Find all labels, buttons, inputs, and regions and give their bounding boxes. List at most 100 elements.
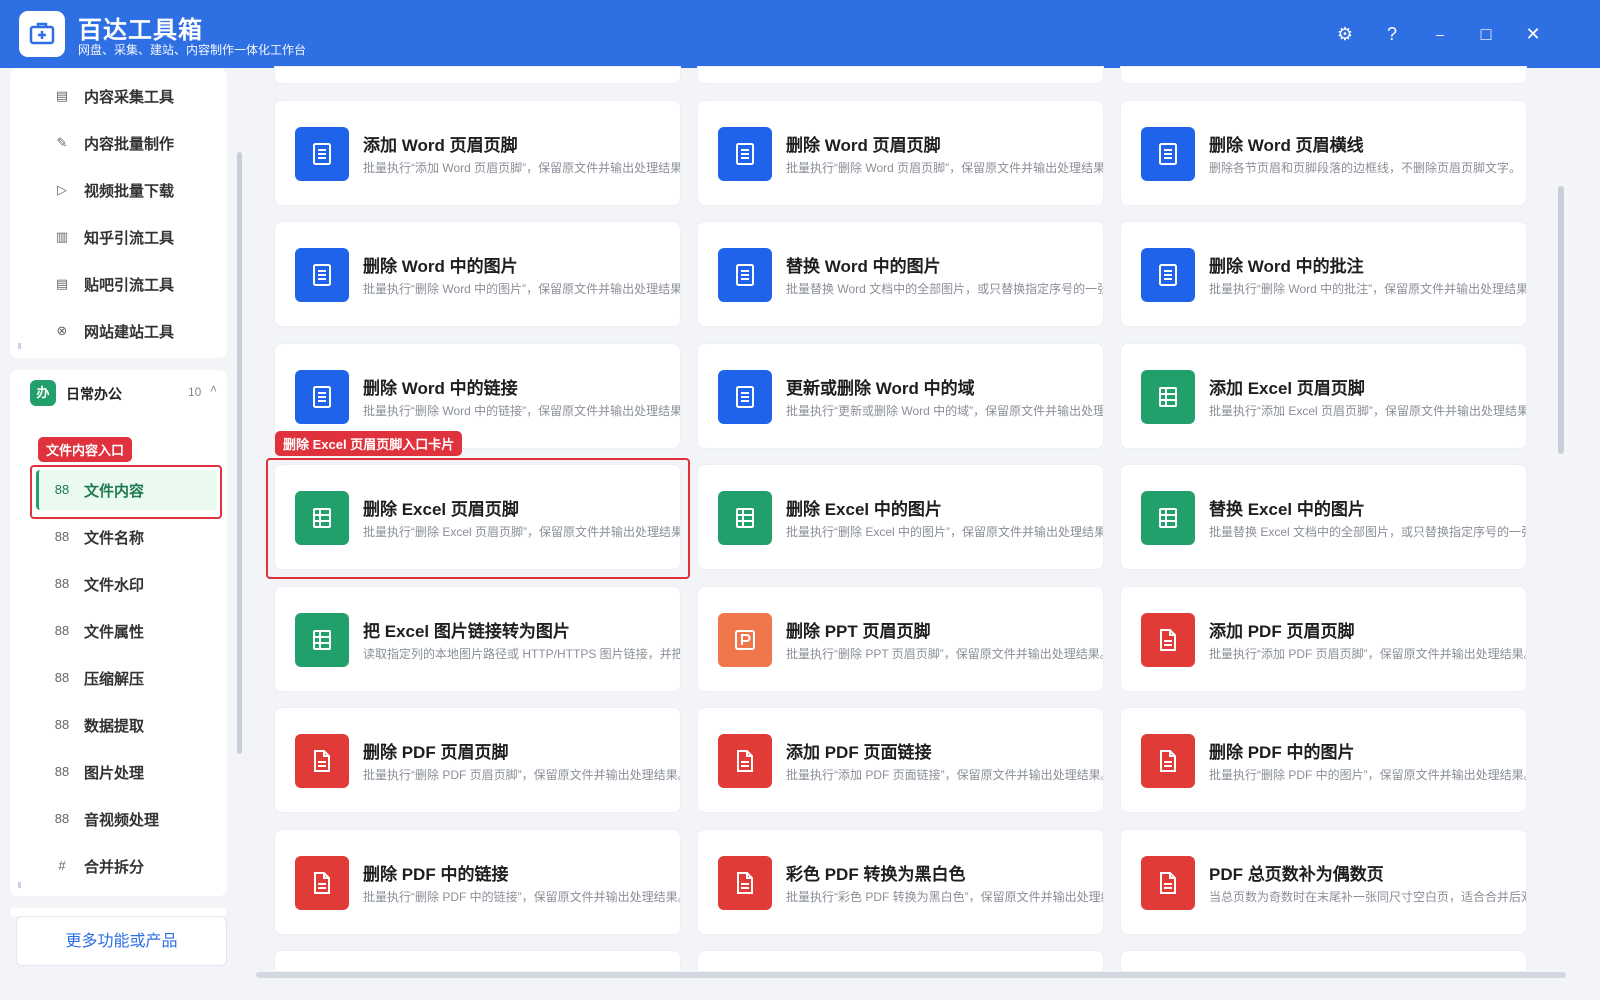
- sidebar-item-file-properties[interactable]: 88 文件属性: [10, 611, 217, 651]
- pen-icon: ✎: [56, 135, 68, 150]
- card-description: 批量执行“彩色 PDF 转换为黑白色”，保留原文件并输出处理结果。: [786, 890, 1104, 904]
- card-description: 批量执行“删除 Word 中的链接”，保留原文件并输出处理结果。: [363, 404, 681, 418]
- pdf-file-icon: [718, 856, 772, 910]
- card-title: 删除 Word 中的批注: [1209, 257, 1364, 276]
- file-content-entry-tag: 文件内容入口: [38, 437, 133, 462]
- sidebar-item-image-process[interactable]: 88 图片处理: [10, 752, 217, 792]
- sidebar-item-batch-create[interactable]: ✎ 内容批量制作: [10, 123, 217, 163]
- card-description: 批量执行“删除 Excel 中的图片”，保留原文件并输出处理结果。: [786, 525, 1104, 539]
- card-title: 删除 Word 页眉页脚: [786, 136, 941, 155]
- card-description: 批量执行“删除 Word 中的批注”，保留原文件并输出处理结果。: [1209, 282, 1527, 296]
- next-panel-edge: [10, 908, 227, 916]
- sidebar-item-label: 网站建站工具: [84, 324, 175, 341]
- sidebar-item-tieba-tool[interactable]: ▤ 贴吧引流工具: [10, 264, 217, 304]
- zhihu-icon: ▥: [55, 229, 69, 244]
- hash-icon: #: [58, 858, 66, 873]
- close-icon[interactable]: ✕: [1519, 20, 1547, 48]
- minimize-icon[interactable]: –: [1426, 20, 1454, 48]
- card-title: 彩色 PDF 转换为黑白色: [786, 865, 966, 884]
- excel-sheet-icon: [1141, 370, 1195, 424]
- tool-card[interactable]: 替换 Word 中的图片批量替换 Word 文档中的全部图片，或只替换指定序号的…: [697, 221, 1104, 327]
- card-description: 批量替换 Word 文档中的全部图片，或只替换指定序号的一张图片: [786, 282, 1104, 296]
- tree-rail: [18, 343, 21, 349]
- card-title: 替换 Excel 中的图片: [1209, 500, 1365, 519]
- sidebar-item-data-extract[interactable]: 88 数据提取: [10, 705, 217, 745]
- tool-card[interactable]: 删除 Word 页眉横线 删除各节页眉和页脚段落的边框线，不删除页眉页脚文字。: [1120, 100, 1527, 206]
- sidebar-item-merge-split[interactable]: # 合并拆分: [10, 846, 217, 886]
- sidebar-item-compress[interactable]: 88 压缩解压: [10, 658, 217, 698]
- word-doc-icon: [295, 248, 349, 302]
- tool-card[interactable]: 删除 Word 中的图片 批量执行“删除 Word 中的图片”，保留原文件并输出处…: [274, 221, 681, 327]
- group-header-office[interactable]: 办 日常办公 10 ˄: [10, 370, 227, 416]
- excel-sheet-icon: [295, 613, 349, 667]
- sidebar-item-content-collect[interactable]: ▤ 内容采集工具: [10, 76, 217, 116]
- maximize-icon[interactable]: □: [1472, 20, 1500, 48]
- pdf-file-icon: [295, 856, 349, 910]
- card-description: 读取指定列的本地图片路径或 HTTP/HTTPS 图片链接，并把图片: [363, 647, 681, 661]
- card-description: 批量执行“删除 Word 页眉页脚”，保留原文件并输出处理结果。: [786, 161, 1104, 175]
- tool-card[interactable]: 添加 PDF 页面链接 批量执行“添加 PDF 页面链接”，保留原文件并输出处理结…: [697, 707, 1104, 813]
- card-partial-top: [697, 66, 1104, 84]
- tool-card[interactable]: 删除 PPT 页眉页脚 批量执行“删除 PPT 页眉页脚”，保留原文件并输出处理结…: [697, 586, 1104, 692]
- more-features-button[interactable]: 更多功能或产品: [16, 916, 227, 966]
- main-scrollbar-horizontal[interactable]: [256, 972, 1566, 978]
- sidebar-item-site-builder[interactable]: ⊗ 网站建站工具: [10, 311, 217, 351]
- tool-card[interactable]: 替换 Excel 中的图片批量替换 Excel 文档中的全部图片，或只替换指定序…: [1120, 464, 1527, 570]
- card-title: 删除 PDF 中的链接: [363, 865, 509, 884]
- sidebar-item-label: 文件水印: [84, 577, 145, 594]
- tool-card[interactable]: 添加 Word 页眉页脚 批量执行“添加 Word 页眉页脚”，保留原文件并输出处…: [274, 100, 681, 206]
- grid-icon: 88: [54, 717, 70, 732]
- card-title: 添加 PDF 页眉页脚: [1209, 622, 1355, 641]
- tool-card[interactable]: 把 Excel 图片链接转为图片 读取指定列的本地图片路径或 HTTP/HTTPS…: [274, 586, 681, 692]
- tool-card[interactable]: 删除 Word 页眉页脚批量执行“删除 Word 页眉页脚”，保留原文件并输出处…: [697, 100, 1104, 206]
- tool-card[interactable]: 彩色 PDF 转换为黑白色批量执行“彩色 PDF 转换为黑白色”，保留原文件并输…: [697, 829, 1104, 935]
- excel-sheet-icon: [1141, 491, 1195, 545]
- word-doc-icon: [718, 370, 772, 424]
- grid-icon: 88: [54, 623, 70, 638]
- tool-card[interactable]: PDF 总页数补为偶数页当总页数为奇数时在末尾补一张同尺寸空白页，适合合并后双面…: [1120, 829, 1527, 935]
- app-logo-toolbox-icon: [19, 11, 65, 57]
- card-title: 添加 Word 页眉页脚: [363, 136, 518, 155]
- sidebar-item-label: 合并拆分: [84, 859, 145, 876]
- chevron-up-icon[interactable]: ˄: [210, 382, 217, 396]
- tool-card[interactable]: 删除 Excel 中的图片批量执行“删除 Excel 中的图片”，保留原文件并输…: [697, 464, 1104, 570]
- card-description: 批量执行“添加 PDF 页面链接”，保留原文件并输出处理结果。: [786, 768, 1104, 782]
- sidebar-item-video-download[interactable]: ▷ 视频批量下载: [10, 170, 217, 210]
- tree-rail: [18, 882, 21, 888]
- tool-card[interactable]: 添加 PDF 页眉页脚批量执行“添加 PDF 页眉页脚”，保留原文件并输出处理结…: [1120, 586, 1527, 692]
- card-title: 替换 Word 中的图片: [786, 257, 941, 276]
- sidebar-scrollbar[interactable]: [237, 152, 242, 754]
- card-description: 删除各节页眉和页脚段落的边框线，不删除页眉页脚文字。: [1209, 161, 1522, 175]
- sidebar-item-zhihu-tool[interactable]: ▥ 知乎引流工具: [10, 217, 217, 257]
- tool-card[interactable]: 删除 PDF 页眉页脚 批量执行“删除 PDF 页眉页脚”，保留原文件并输出处理结…: [274, 707, 681, 813]
- grid-icon: 88: [54, 576, 70, 591]
- excel-card-entry-tag: 删除 Excel 页眉页脚入口卡片: [275, 431, 463, 456]
- help-icon[interactable]: ?: [1378, 20, 1406, 48]
- ppt-slide-icon: [718, 613, 772, 667]
- file-content-highlight-box: [30, 465, 222, 519]
- tool-card[interactable]: 删除 PDF 中的链接批量执行“删除 PDF 中的链接”，保留原文件并输出处理结…: [274, 829, 681, 935]
- tool-card[interactable]: 删除 PDF 中的图片 批量执行“删除 PDF 中的图片”，保留原文件并输出处理结…: [1120, 707, 1527, 813]
- card-title: 删除 Excel 中的图片: [786, 500, 942, 519]
- card-description: 批量替换 Excel 文档中的全部图片，或只替换指定序号的一张图片。: [1209, 525, 1526, 539]
- main-scrollbar-vertical[interactable]: [1558, 186, 1564, 454]
- card-description: 批量执行“添加 PDF 页眉页脚”，保留原文件并输出处理结果。: [1209, 647, 1527, 661]
- card-description: 批量执行“删除 PDF 中的链接”，保留原文件并输出处理结果。: [363, 890, 681, 904]
- grid-icon: 88: [54, 670, 70, 685]
- sidebar-item-file-watermark[interactable]: 88 文件水印: [10, 564, 217, 604]
- card-title: PDF 总页数补为偶数页: [1209, 865, 1384, 884]
- excel-card-highlight-box: [266, 458, 690, 579]
- group-count: 10: [188, 385, 202, 399]
- tool-card[interactable]: 添加 Excel 页眉页脚 批量执行“添加 Excel 页眉页脚”，保留原文件并输…: [1120, 343, 1527, 449]
- tool-card[interactable]: 删除 Word 中的批注批量执行“删除 Word 中的批注”，保留原文件并输出处…: [1120, 221, 1527, 327]
- sidebar-item-media-process[interactable]: 88 音视频处理: [10, 799, 217, 839]
- sidebar-item-label: 音视频处理: [84, 812, 160, 829]
- sidebar-item-file-name[interactable]: 88 文件名称: [10, 517, 217, 557]
- card-partial-top: [274, 66, 681, 84]
- word-doc-icon: [295, 370, 349, 424]
- sidebar: ▤ 内容采集工具 ✎ 内容批量制作 ▷ 视频批量下载 ▥ 知乎引流工具 ▤ 贴吧…: [0, 68, 246, 1000]
- settings-gear-icon[interactable]: ⚙: [1331, 20, 1359, 48]
- tool-card[interactable]: 更新或删除 Word 中的域 批量执行“更新或删除 Word 中的域”，保留原文件…: [697, 343, 1104, 449]
- sidebar-item-label: 图片处理: [84, 765, 145, 782]
- sidebar-item-label: 知乎引流工具: [84, 230, 175, 247]
